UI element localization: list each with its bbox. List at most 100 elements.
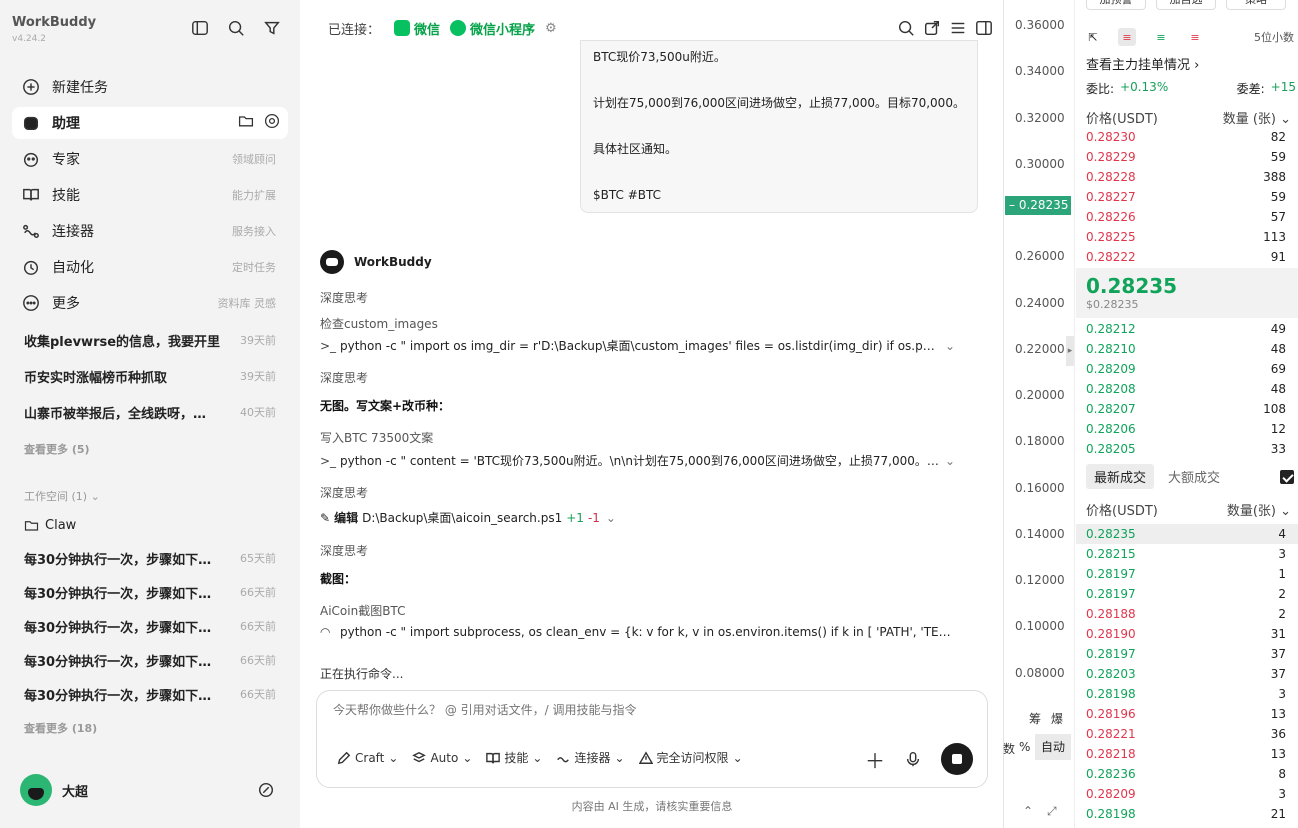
- chevron-down-icon[interactable]: ⌄: [606, 511, 616, 525]
- menu-icon[interactable]: [948, 18, 968, 38]
- chevron-down-icon[interactable]: ⌄: [940, 454, 960, 468]
- trades-qty-header[interactable]: 数量(张) ⌄: [1227, 500, 1291, 519]
- task-item[interactable]: 每30分钟执行一次，步骤如下… 66天前: [24, 580, 276, 604]
- tab-latest-trades[interactable]: 最新成交: [1086, 464, 1155, 489]
- export-icon[interactable]: ⇱: [1084, 28, 1102, 46]
- settings-icon[interactable]: ⚙: [545, 21, 557, 36]
- task-item[interactable]: 每30分钟执行一次，步骤如下… 66天前: [24, 648, 276, 672]
- thinking-label[interactable]: 深度思考: [320, 484, 368, 501]
- see-more-recent-link[interactable]: 查看更多 (5): [24, 441, 90, 457]
- order-row[interactable]: 0.28222 91: [1076, 247, 1298, 267]
- order-row[interactable]: 0.28229 59: [1076, 147, 1298, 167]
- liquidation-button[interactable]: 爆: [1051, 710, 1063, 727]
- trade-row[interactable]: 0.28203 37: [1076, 664, 1298, 684]
- order-row[interactable]: 0.28206 12: [1076, 419, 1298, 439]
- decimals-select[interactable]: 5位小数: [1254, 29, 1294, 45]
- panel-collapse-handle[interactable]: ▸: [1066, 336, 1074, 366]
- order-row[interactable]: 0.28210 48: [1076, 339, 1298, 359]
- link-icon[interactable]: [256, 780, 276, 800]
- order-row[interactable]: 0.28209 69: [1076, 359, 1298, 379]
- history-item[interactable]: 币安实时涨幅榜币种抓取 39天前: [24, 364, 276, 388]
- stop-button[interactable]: [941, 743, 973, 775]
- microphone-icon[interactable]: [903, 749, 923, 769]
- user-profile[interactable]: 大超: [20, 774, 280, 806]
- nav-new-task[interactable]: 新建任务: [12, 71, 288, 103]
- history-item[interactable]: 收集plevwrse的信息，我要开里 39天前: [24, 328, 276, 352]
- thinking-label[interactable]: 深度思考: [320, 289, 368, 306]
- task-item[interactable]: 每30分钟执行一次，步骤如下… 65天前: [24, 546, 276, 570]
- see-more-tasks-link[interactable]: 查看更多 (18): [24, 720, 97, 736]
- trade-row[interactable]: 0.28236 8: [1076, 764, 1298, 784]
- add-alert-button[interactable]: 加预警: [1086, 0, 1146, 10]
- trade-row[interactable]: 0.28218 13: [1076, 744, 1298, 764]
- thinking-label[interactable]: 深度思考: [320, 542, 368, 559]
- tab-large-trades[interactable]: 大额成交: [1160, 464, 1228, 489]
- order-row[interactable]: 0.28207 108: [1076, 399, 1298, 419]
- connectors-button[interactable]: 连接器 ⌄: [556, 749, 625, 766]
- order-row[interactable]: 0.28212 49: [1076, 319, 1298, 339]
- sidebar-toggle-icon[interactable]: [190, 18, 210, 38]
- message-input[interactable]: [333, 703, 933, 717]
- add-watchlist-button[interactable]: 加自选: [1156, 0, 1216, 10]
- task-item[interactable]: 每30分钟执行一次，步骤如下… 66天前: [24, 614, 276, 638]
- trade-row[interactable]: 0.28190 31: [1076, 624, 1298, 644]
- order-row[interactable]: 0.28208 48: [1076, 379, 1298, 399]
- trade-row[interactable]: 0.28221 36: [1076, 724, 1298, 744]
- order-row[interactable]: 0.28225 113: [1076, 227, 1298, 247]
- command-line[interactable]: ◠ python -c " import subprocess, os clea…: [320, 625, 960, 639]
- workspace-folder[interactable]: Claw: [24, 518, 76, 533]
- skills-button[interactable]: 技能 ⌄: [486, 749, 542, 766]
- add-icon[interactable]: ＋: [865, 745, 885, 774]
- strategy-button[interactable]: 策略: [1226, 0, 1286, 10]
- share-icon[interactable]: [922, 18, 942, 38]
- search-icon[interactable]: [896, 18, 916, 38]
- nav-more[interactable]: 更多 资料库 灵感: [12, 287, 288, 319]
- asks-view-icon[interactable]: ≡: [1186, 28, 1204, 46]
- command-line[interactable]: >_ python -c " import os img_dir = r'D:\…: [320, 337, 960, 354]
- gear-icon[interactable]: [264, 113, 280, 133]
- access-permission-button[interactable]: 完全访问权限 ⌄: [638, 749, 743, 766]
- trade-row[interactable]: 0.28196 13: [1076, 704, 1298, 724]
- craft-mode-button[interactable]: Craft ⌄: [337, 751, 398, 765]
- fullscreen-icon[interactable]: ⤢: [1047, 804, 1057, 819]
- trade-row[interactable]: 0.28215 3: [1076, 544, 1298, 564]
- bids-view-icon[interactable]: ≡: [1152, 28, 1170, 46]
- search-icon[interactable]: [226, 18, 246, 38]
- trade-row[interactable]: 0.28197 37: [1076, 644, 1298, 664]
- wechat-connector[interactable]: 微信: [394, 19, 440, 38]
- folder-icon[interactable]: [238, 113, 254, 133]
- order-row[interactable]: 0.28228 388: [1076, 167, 1298, 187]
- edit-line[interactable]: ✎ 编辑 D:\Backup\桌面\aicoin_search.ps1 +1 -…: [320, 509, 616, 526]
- chip-button[interactable]: 筹: [1029, 710, 1041, 727]
- trade-row[interactable]: 0.28235 4: [1076, 524, 1298, 544]
- order-row[interactable]: 0.28205 33: [1076, 439, 1298, 459]
- task-item[interactable]: 每30分钟执行一次，步骤如下… 66天前: [24, 682, 276, 706]
- order-row[interactable]: 0.28226 57: [1076, 207, 1298, 227]
- filter-checkbox[interactable]: [1280, 469, 1294, 484]
- chevron-down-icon[interactable]: ⌄: [940, 339, 960, 353]
- trade-row[interactable]: 0.28198 3: [1076, 684, 1298, 704]
- nav-assistant[interactable]: 助理: [12, 107, 288, 139]
- history-item[interactable]: 山寨币被举报后，全线跌呀，… 40天前: [24, 400, 276, 424]
- model-select-button[interactable]: Auto ⌄: [412, 751, 472, 765]
- trade-row[interactable]: 0.28197 2: [1076, 584, 1298, 604]
- thinking-label[interactable]: 深度思考: [320, 369, 368, 386]
- nav-skills[interactable]: 技能 能力扩展: [12, 179, 288, 211]
- command-line[interactable]: >_ python -c " content = 'BTC现价73,500u附近…: [320, 452, 960, 469]
- nav-connectors[interactable]: 连接器 服务接入: [12, 215, 288, 247]
- both-sides-view-icon[interactable]: ≡: [1118, 28, 1136, 46]
- chevron-up-icon[interactable]: ⌃: [1023, 804, 1033, 818]
- panel-toggle-icon[interactable]: [974, 18, 994, 38]
- trade-row[interactable]: 0.28209 3: [1076, 784, 1298, 804]
- trade-row[interactable]: 0.28198 21: [1076, 804, 1298, 824]
- order-row[interactable]: 0.28230 82: [1076, 127, 1298, 147]
- log-scale-button[interactable]: 数: [1003, 740, 1015, 757]
- filter-icon[interactable]: [262, 18, 282, 38]
- trade-row[interactable]: 0.28188 2: [1076, 604, 1298, 624]
- qty-header[interactable]: 数量 (张) ⌄: [1223, 108, 1291, 127]
- order-row[interactable]: 0.28227 59: [1076, 187, 1298, 207]
- workspace-label[interactable]: 工作空间 (1) ⌄: [24, 488, 100, 504]
- nav-automation[interactable]: 自动化 定时任务: [12, 251, 288, 283]
- nav-expert[interactable]: 专家 领域顾问: [12, 143, 288, 175]
- book-title-link[interactable]: 查看主力挂单情况 ›: [1086, 54, 1199, 73]
